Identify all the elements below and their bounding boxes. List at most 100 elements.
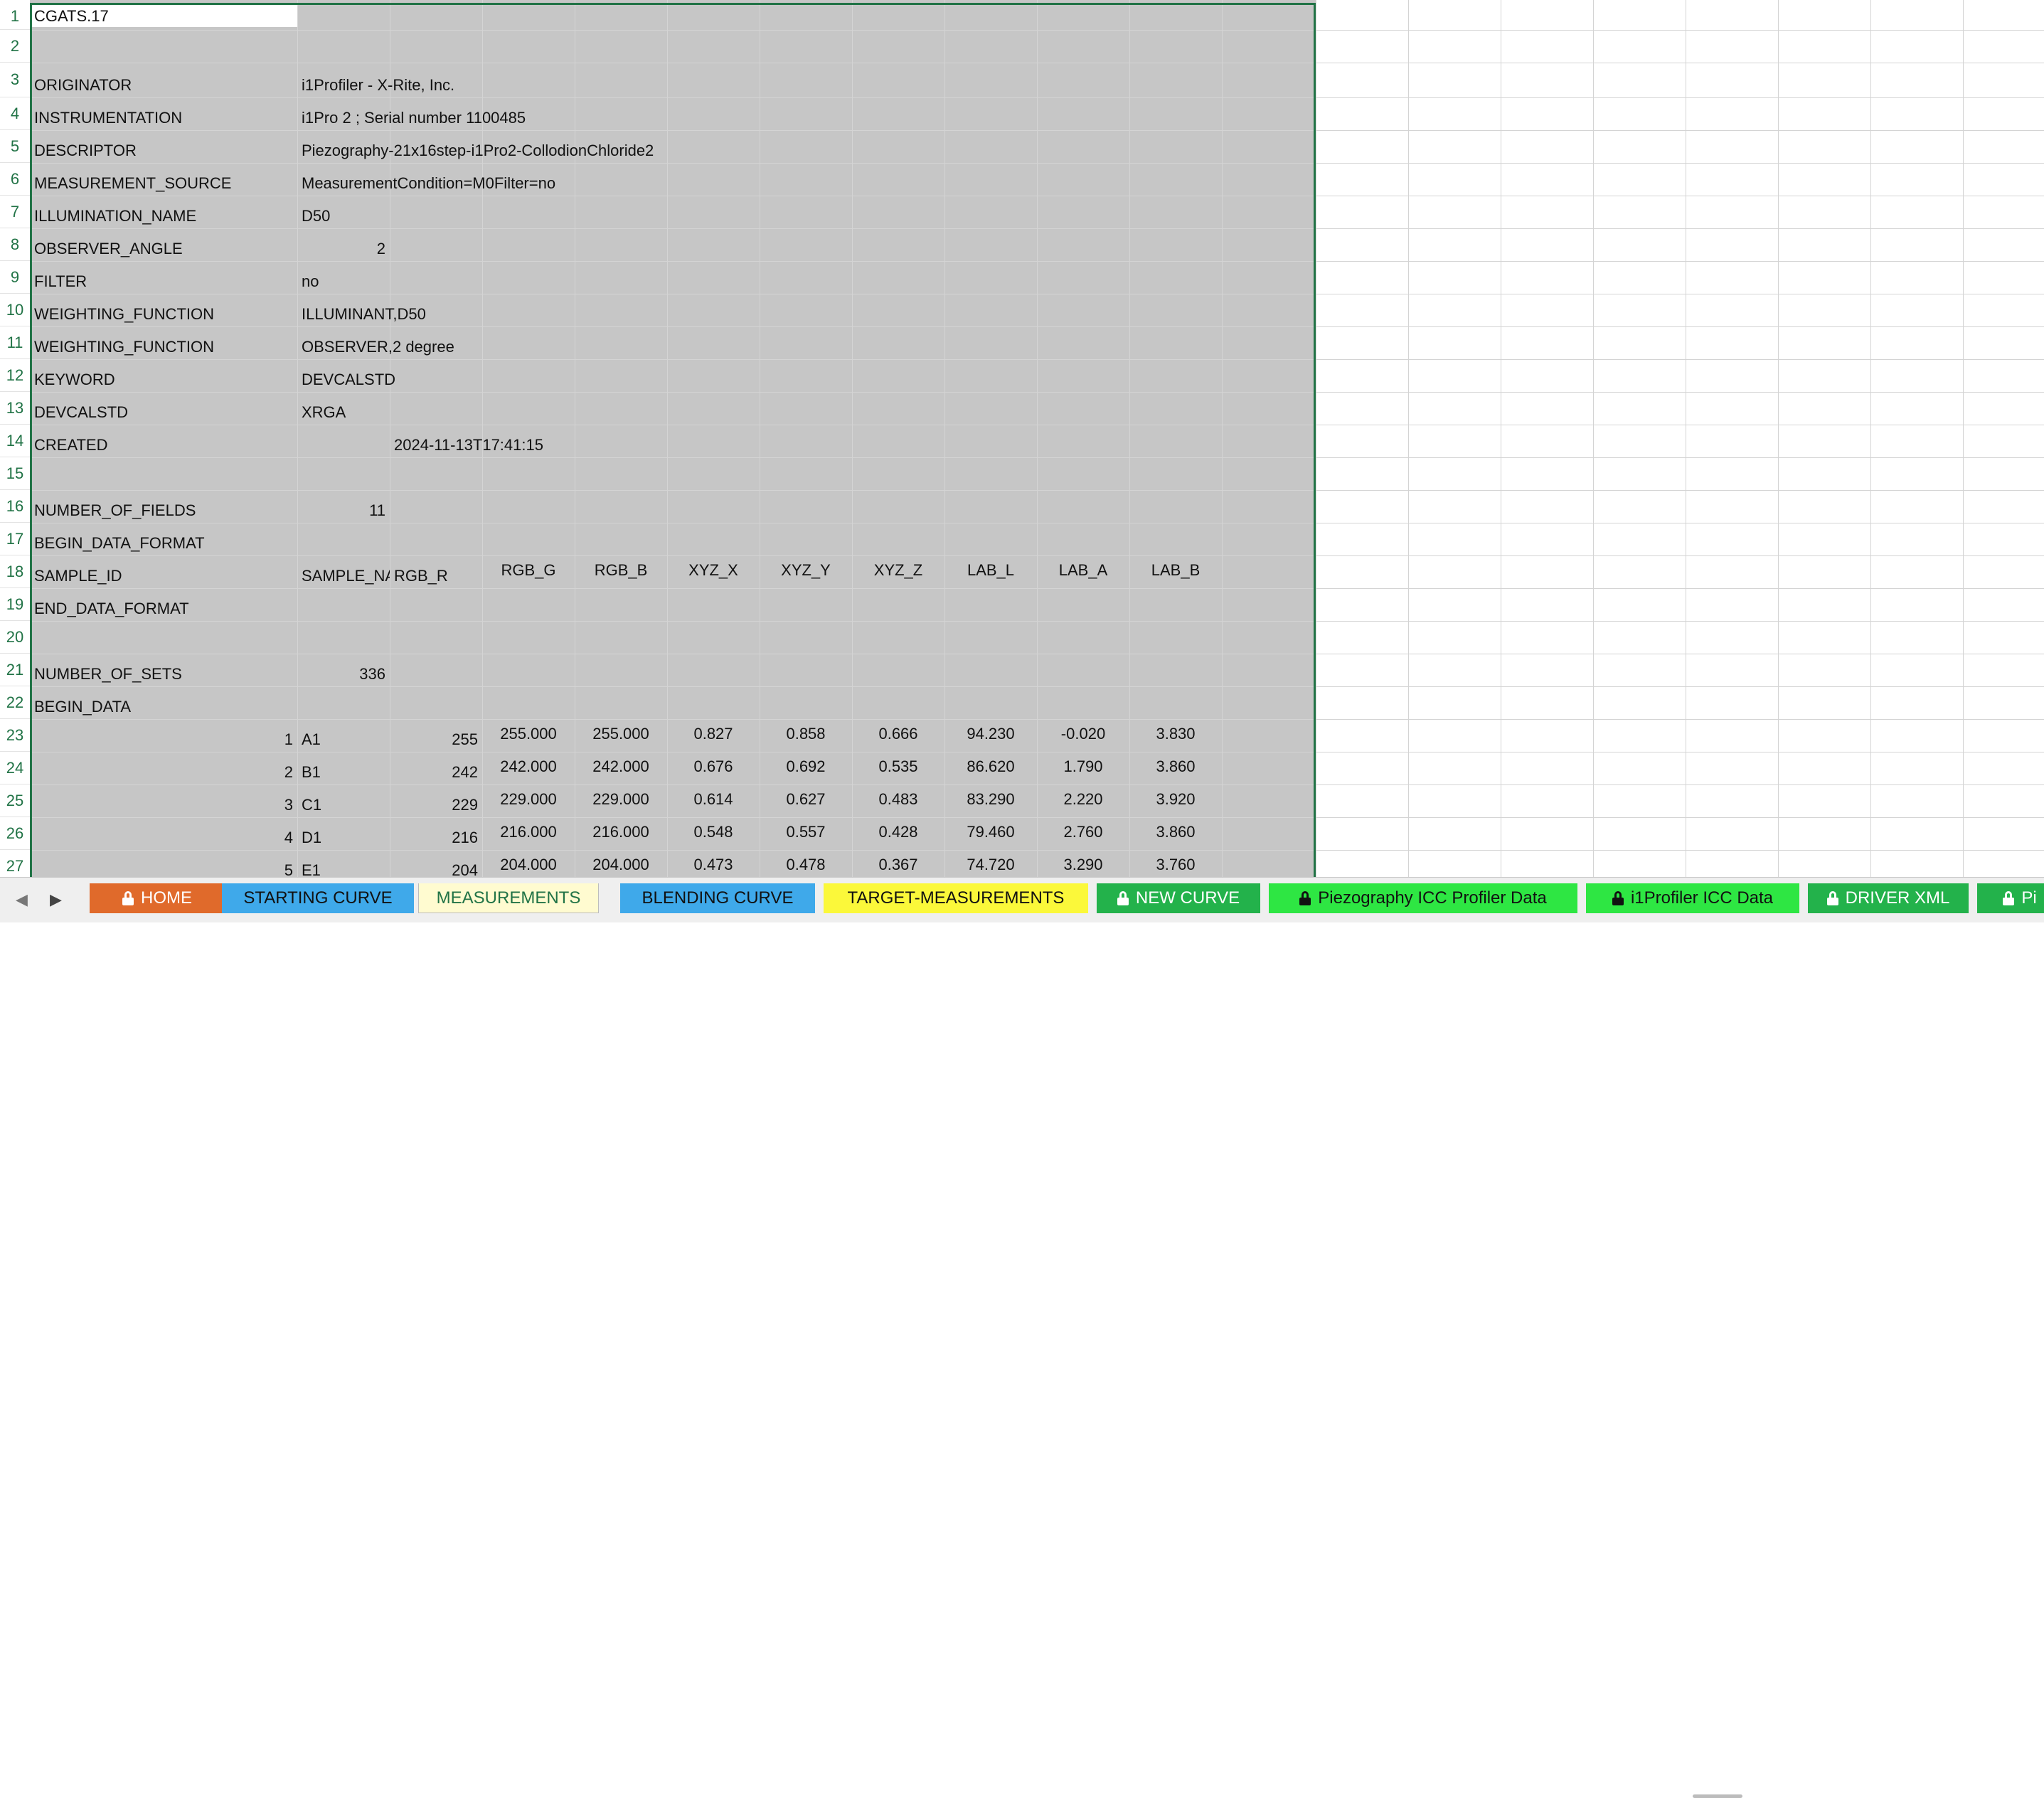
sheet-tab-starting-curve[interactable]: STARTING CURVE: [222, 883, 414, 913]
row-header[interactable]: 16: [0, 490, 30, 523]
row-header[interactable]: 8: [0, 228, 30, 261]
cell-18-3[interactable]: RGB_G: [482, 561, 575, 580]
cell-23-7[interactable]: 0.666: [852, 725, 944, 743]
cell-27-5[interactable]: 0.473: [667, 856, 760, 874]
cell-5-1[interactable]: Piezography-21x16step-i1Pro2-CollodionCh…: [302, 142, 654, 160]
cell-27-10[interactable]: 3.760: [1129, 856, 1222, 874]
cell-24-1[interactable]: B1: [302, 763, 321, 782]
cell-27-9[interactable]: 3.290: [1037, 856, 1129, 874]
cell-23-9[interactable]: -0.020: [1037, 725, 1129, 743]
cell-23-4[interactable]: 255.000: [575, 725, 667, 743]
cell-26-10[interactable]: 3.860: [1129, 823, 1222, 841]
sheet-tab-blending-curve[interactable]: BLENDING CURVE: [620, 883, 815, 913]
cell-12-0[interactable]: KEYWORD: [34, 371, 115, 389]
cell-27-0[interactable]: 5: [30, 861, 293, 877]
cell-25-3[interactable]: 229.000: [482, 790, 575, 809]
sheet-tab-pi[interactable]: Pi: [1977, 883, 2044, 913]
cell-16-1[interactable]: 11: [297, 501, 385, 520]
cell-11-1[interactable]: OBSERVER,2 degree: [302, 338, 454, 356]
row-header[interactable]: 22: [0, 686, 30, 719]
cell-21-0[interactable]: NUMBER_OF_SETS: [34, 665, 182, 683]
row-header[interactable]: 5: [0, 130, 30, 163]
cell-26-4[interactable]: 216.000: [575, 823, 667, 841]
cell-26-0[interactable]: 4: [30, 829, 293, 847]
cell-25-2[interactable]: 229: [390, 796, 478, 814]
sheet-tab-home[interactable]: HOME: [90, 883, 225, 913]
row-header[interactable]: 6: [0, 163, 30, 196]
cell-25-0[interactable]: 3: [30, 796, 293, 814]
row-header[interactable]: 20: [0, 621, 30, 654]
row-header[interactable]: 7: [0, 196, 30, 228]
cell-26-5[interactable]: 0.548: [667, 823, 760, 841]
row-header[interactable]: 4: [0, 97, 30, 130]
horizontal-scrollbar[interactable]: [1693, 1794, 1742, 1798]
cell-24-6[interactable]: 0.692: [760, 757, 852, 776]
cell-9-0[interactable]: FILTER: [34, 272, 87, 291]
cell-18-1[interactable]: SAMPLE_NA: [302, 567, 390, 585]
cell-4-1[interactable]: i1Pro 2 ; Serial number 1100485: [302, 109, 526, 127]
cell-23-10[interactable]: 3.830: [1129, 725, 1222, 743]
cell-8-1[interactable]: 2: [297, 240, 385, 258]
row-header[interactable]: 10: [0, 294, 30, 326]
cell-18-4[interactable]: RGB_B: [575, 561, 667, 580]
row-header[interactable]: 18: [0, 555, 30, 588]
sheet-tab-piezography-icc-profiler-data[interactable]: Piezography ICC Profiler Data: [1269, 883, 1577, 913]
cell-27-7[interactable]: 0.367: [852, 856, 944, 874]
prev-sheet-icon[interactable]: ◀: [16, 890, 28, 909]
row-header[interactable]: 27: [0, 850, 30, 877]
cell-24-0[interactable]: 2: [30, 763, 293, 782]
cell-1-0[interactable]: CGATS.17: [34, 7, 109, 26]
cell-24-3[interactable]: 242.000: [482, 757, 575, 776]
cell-24-7[interactable]: 0.535: [852, 757, 944, 776]
cell-25-4[interactable]: 229.000: [575, 790, 667, 809]
cell-3-0[interactable]: ORIGINATOR: [34, 76, 132, 95]
cell-25-1[interactable]: C1: [302, 796, 321, 814]
cell-25-8[interactable]: 83.290: [944, 790, 1037, 809]
cell-16-0[interactable]: NUMBER_OF_FIELDS: [34, 501, 196, 520]
spreadsheet-grid[interactable]: 1 2 3 4 5 6 7 8 9 10 11 12 13 14 15 16 17 18 19 20 21 22 23 24 2…: [0, 0, 2044, 877]
row-header[interactable]: 11: [0, 326, 30, 359]
row-header[interactable]: 14: [0, 425, 30, 457]
cell-25-5[interactable]: 0.614: [667, 790, 760, 809]
cell-12-1[interactable]: DEVCALSTD: [302, 371, 395, 389]
cell-26-3[interactable]: 216.000: [482, 823, 575, 841]
cell-9-1[interactable]: no: [302, 272, 319, 291]
cell-26-9[interactable]: 2.760: [1037, 823, 1129, 841]
row-header[interactable]: 2: [0, 30, 30, 63]
cell-26-8[interactable]: 79.460: [944, 823, 1037, 841]
row-header[interactable]: 26: [0, 817, 30, 850]
row-header[interactable]: 23: [0, 719, 30, 752]
row-header[interactable]: 25: [0, 784, 30, 817]
cell-18-7[interactable]: XYZ_Z: [852, 561, 944, 580]
row-header[interactable]: 21: [0, 654, 30, 686]
cell-23-8[interactable]: 94.230: [944, 725, 1037, 743]
cell-24-10[interactable]: 3.860: [1129, 757, 1222, 776]
row-header[interactable]: 3: [0, 63, 30, 97]
cell-26-7[interactable]: 0.428: [852, 823, 944, 841]
cell-23-3[interactable]: 255.000: [482, 725, 575, 743]
cell-18-5[interactable]: XYZ_X: [667, 561, 760, 580]
cell-8-0[interactable]: OBSERVER_ANGLE: [34, 240, 183, 258]
cell-23-0[interactable]: 1: [30, 730, 293, 749]
row-header[interactable]: 13: [0, 392, 30, 425]
cell-17-0[interactable]: BEGIN_DATA_FORMAT: [34, 534, 205, 553]
sheet-tab-target-measurements[interactable]: TARGET-MEASUREMENTS: [824, 883, 1088, 913]
sheet-tab-measurements[interactable]: MEASUREMENTS: [418, 883, 599, 913]
cell-4-0[interactable]: INSTRUMENTATION: [34, 109, 182, 127]
cell-27-8[interactable]: 74.720: [944, 856, 1037, 874]
cell-6-1[interactable]: MeasurementCondition=M0Filter=no: [302, 174, 555, 193]
cell-3-1[interactable]: i1Profiler - X-Rite, Inc.: [302, 76, 454, 95]
cell-27-1[interactable]: E1: [302, 861, 321, 877]
cell-18-6[interactable]: XYZ_Y: [760, 561, 852, 580]
cell-27-4[interactable]: 204.000: [575, 856, 667, 874]
sheet-tab-driver-xml[interactable]: DRIVER XML: [1808, 883, 1969, 913]
row-header[interactable]: 17: [0, 523, 30, 555]
cell-21-1[interactable]: 336: [297, 665, 385, 683]
cell-26-6[interactable]: 0.557: [760, 823, 852, 841]
cell-14-0[interactable]: CREATED: [34, 436, 108, 454]
cell-24-8[interactable]: 86.620: [944, 757, 1037, 776]
cell-23-2[interactable]: 255: [390, 730, 478, 749]
cell-18-9[interactable]: LAB_A: [1037, 561, 1129, 580]
cell-23-5[interactable]: 0.827: [667, 725, 760, 743]
cell-24-9[interactable]: 1.790: [1037, 757, 1129, 776]
